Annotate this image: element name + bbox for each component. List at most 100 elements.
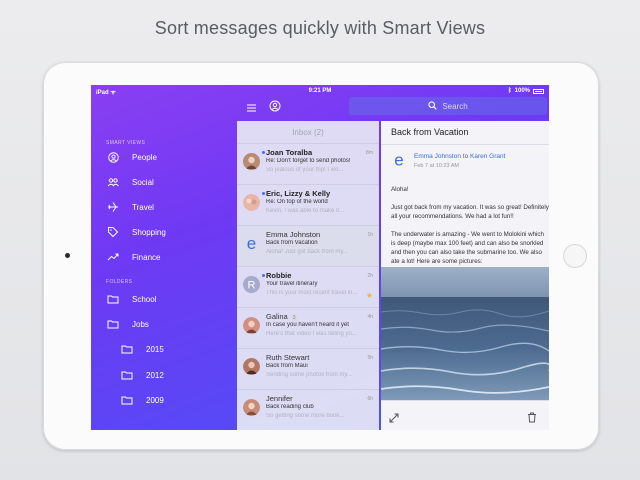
battery-icon — [533, 88, 544, 94]
from-link[interactable]: Emma Johnston — [414, 153, 461, 160]
sender-name: Joan Toralba — [266, 148, 313, 157]
message-row[interactable]: Eric, Lizzy & Kelly Re: On top of the wo… — [237, 184, 379, 225]
message-list: Inbox (2) Joan Toralba Re: Don't forget … — [237, 121, 379, 430]
to-link[interactable]: Karen Grant — [470, 153, 505, 160]
folder-label: Jobs — [132, 319, 149, 329]
sender-name: Eric, Lizzy & Kelly — [266, 189, 331, 198]
nav-social[interactable]: Social — [107, 173, 217, 191]
folder-label: 2015 — [146, 344, 164, 354]
folders-title: FOLDERS — [106, 279, 133, 285]
home-button[interactable] — [563, 244, 587, 268]
nav-shopping[interactable]: Shopping — [107, 223, 217, 241]
reader-date: Feb 7 at 10:23 AM — [414, 163, 459, 169]
message-snippet: Kevin, I was able to make it... — [266, 208, 345, 214]
sender-avatar: e — [391, 152, 407, 168]
expand-icon[interactable] — [389, 410, 399, 428]
message-snippet: So jealous of your trip! I wo... — [266, 167, 344, 173]
battery-percent: 100% — [514, 88, 530, 94]
avatar — [243, 194, 260, 211]
folder-2009[interactable]: 2009 — [121, 391, 231, 409]
sender-name: Jennifer — [266, 394, 293, 403]
folder-school[interactable]: School — [107, 290, 217, 308]
message-subject: Re: Don't forget to send photos! — [266, 158, 351, 164]
thread-count-badge: 3 — [290, 315, 298, 321]
message-snippet: Aloha! Just got back from my... — [266, 249, 348, 255]
folder-icon — [107, 318, 119, 330]
message-time: 2h — [367, 273, 373, 279]
person-icon — [107, 151, 119, 163]
group-icon — [107, 176, 119, 188]
folder-label: School — [132, 294, 157, 304]
message-snippet: So getting some more book... — [266, 413, 345, 419]
message-snippet: Here's that video I was telling yo... — [266, 331, 357, 337]
message-time: 1h — [367, 232, 373, 238]
folder-icon — [121, 394, 133, 406]
star-icon[interactable]: ★ — [366, 291, 373, 300]
sender-name: Ruth Stewart — [266, 353, 310, 362]
search-icon — [428, 100, 438, 112]
folder-icon — [121, 343, 133, 355]
search-input[interactable]: Search — [349, 97, 547, 115]
folder-2012[interactable]: 2012 — [121, 366, 231, 384]
nav-label: Finance — [132, 252, 161, 262]
trash-icon[interactable] — [527, 410, 537, 428]
trend-icon — [107, 251, 119, 263]
reader-toolbar — [381, 400, 549, 430]
bluetooth-icon: ᛒ — [508, 88, 512, 94]
message-row[interactable]: Joan Toralba Re: Don't forget to send ph… — [237, 143, 379, 184]
message-subject: Back from Maui — [266, 363, 308, 369]
avatar — [243, 153, 260, 170]
message-time: 5h — [367, 355, 373, 361]
message-row[interactable]: e Emma Johnston Back from Vacation Aloha… — [237, 225, 379, 266]
reader-body: Aloha! Just got back from my vacation. I… — [391, 186, 549, 265]
folder-2015[interactable]: 2015 — [121, 340, 231, 358]
sender-name: Galina 3 — [266, 312, 298, 321]
message-subject: Re: On top of the world — [266, 199, 328, 205]
nav-travel[interactable]: Travel — [107, 198, 217, 216]
ipad-camera — [65, 253, 70, 258]
message-snippet: This is your most recent travel in... — [266, 290, 358, 296]
sender-name-text: Galina — [266, 312, 288, 321]
message-subject: Your travel itinerary — [266, 281, 318, 287]
folder-label: 2012 — [146, 370, 164, 380]
unread-dot — [262, 274, 265, 277]
message-subject: In case you haven't heard it yet — [266, 322, 349, 328]
to-word: to — [462, 153, 469, 160]
message-row[interactable]: Ruth Stewart Back from Maui Sending some… — [237, 348, 379, 389]
nav-label: Social — [132, 177, 154, 187]
nav-people[interactable]: People — [107, 148, 217, 166]
nav-label: People — [132, 152, 157, 162]
avatar — [243, 399, 260, 416]
ipad-frame: iPad ᯤ 9:21 PM ᛒ 100% SMART VIEWS People — [43, 62, 599, 450]
avatar: R — [243, 276, 260, 293]
sender-name: Robbie — [266, 271, 292, 280]
battery-indicator: ᛒ 100% — [508, 88, 544, 94]
app-screen: iPad ᯤ 9:21 PM ᛒ 100% SMART VIEWS People — [91, 85, 549, 430]
reader-from-line: Emma Johnston to Karen Grant — [414, 153, 505, 160]
folder-label: 2009 — [146, 395, 164, 405]
message-row[interactable]: R Robbie Your travel itinerary This is y… — [237, 266, 379, 307]
menu-icon[interactable] — [246, 100, 257, 118]
reader-divider — [381, 144, 549, 145]
nav-label: Shopping — [132, 227, 166, 237]
message-subject: Back reading club — [266, 404, 314, 410]
message-time: 6h — [367, 396, 373, 402]
tag-icon — [107, 226, 119, 238]
account-icon[interactable] — [269, 99, 281, 117]
avatar — [243, 358, 260, 375]
sender-name: Emma Johnston — [266, 230, 321, 239]
nav-finance[interactable]: Finance — [107, 248, 217, 266]
smart-views-title: SMART VIEWS — [106, 140, 146, 146]
message-row[interactable]: Jennifer Back reading club So getting so… — [237, 389, 379, 430]
vacation-photo[interactable] — [381, 267, 549, 400]
inbox-title: Inbox (2) — [292, 128, 324, 137]
message-time: 4h — [367, 314, 373, 320]
message-row[interactable]: Galina 3 In case you haven't heard it yet… — [237, 307, 379, 348]
folder-jobs[interactable]: Jobs — [107, 315, 217, 333]
message-reader: Back from Vacation e Emma Johnston to Ka… — [381, 121, 549, 430]
reader-subject: Back from Vacation — [391, 127, 469, 137]
svg-text:R: R — [248, 280, 256, 292]
page-headline: Sort messages quickly with Smart Views — [154, 18, 486, 38]
search-placeholder: Search — [442, 101, 468, 111]
avatar — [243, 317, 260, 334]
